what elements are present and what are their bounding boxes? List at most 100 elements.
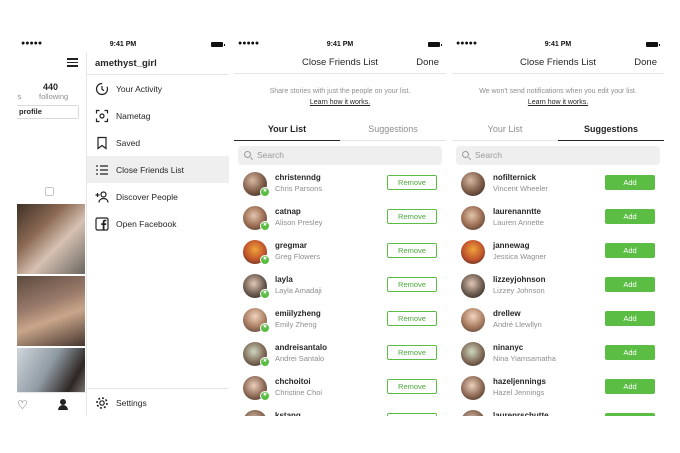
hamburger-menu-icon[interactable] (67, 58, 78, 67)
username[interactable]: layla (275, 275, 293, 284)
list-item[interactable]: ninanyc Nina Yiamsamatha Add (452, 339, 664, 373)
menu-item-open-facebook[interactable]: Open Facebook (87, 210, 229, 237)
close-friend-star-icon: ★ (260, 221, 270, 231)
menu-item-settings[interactable]: Settings (87, 389, 229, 416)
add-button[interactable]: Add (605, 413, 655, 416)
username[interactable]: laurenrschutte (493, 411, 549, 416)
add-button[interactable]: Add (605, 379, 655, 394)
username[interactable]: christenndg (275, 173, 321, 182)
remove-button[interactable]: Remove (387, 175, 437, 190)
menu-item-discover-people[interactable]: Discover People (87, 183, 229, 210)
avatar[interactable] (461, 376, 485, 400)
search-placeholder: Search (257, 150, 284, 160)
username[interactable]: lizzeyjohnson (493, 275, 545, 284)
list-item[interactable]: ★ andreisantalo Andrei Santalo Remove (234, 339, 446, 373)
tab-your-list[interactable]: Your List (452, 119, 558, 141)
remove-button[interactable]: Remove (387, 277, 437, 292)
full-name: Emily Zheng (275, 320, 317, 329)
avatar[interactable] (461, 240, 485, 264)
avatar[interactable] (461, 206, 485, 230)
list-item[interactable]: ★ gregmar Greg Flowers Remove (234, 237, 446, 271)
status-bar: ●●●●● 9:41 PM (234, 38, 446, 52)
tagged-icon[interactable] (45, 187, 54, 196)
username[interactable]: hazeljennings (493, 377, 546, 386)
list-item[interactable]: drellew André Llewllyn Add (452, 305, 664, 339)
list-item[interactable]: laurenanntte Lauren Annette Add (452, 203, 664, 237)
search-input[interactable]: Search (456, 146, 660, 165)
add-button[interactable]: Add (605, 277, 655, 292)
username[interactable]: laurenanntte (493, 207, 541, 216)
avatar[interactable] (461, 274, 485, 298)
remove-button[interactable]: Remove (387, 413, 437, 416)
remove-button[interactable]: Remove (387, 379, 437, 394)
bottom-tab-bar: ♡ (17, 392, 86, 416)
done-button[interactable]: Done (416, 57, 439, 68)
username[interactable]: emiilyzheng (275, 309, 321, 318)
following-label[interactable]: following (39, 92, 68, 101)
menu-item-your-activity[interactable]: Your Activity (87, 75, 229, 102)
tab-suggestions[interactable]: Suggestions (340, 119, 446, 141)
profile-photo[interactable] (17, 204, 85, 274)
close-friend-star-icon: ★ (260, 391, 270, 401)
list-item[interactable]: nofilternick Vincent Wheeler Add (452, 169, 664, 203)
username[interactable]: ninanyc (493, 343, 523, 352)
list-item[interactable]: ★ chchoitoi Christine Choi Remove (234, 373, 446, 407)
avatar[interactable] (243, 410, 267, 416)
full-name: Lizzey Johnson (493, 286, 545, 295)
full-name: Layla Amadaji (275, 286, 322, 295)
username[interactable]: nofilternick (493, 173, 536, 182)
list-item[interactable]: ★ christenndg Chris Parsons Remove (234, 169, 446, 203)
list-item[interactable]: ★kstangRemove (234, 407, 446, 416)
username[interactable]: andreisantalo (275, 343, 327, 352)
add-button[interactable]: Add (605, 175, 655, 190)
done-button[interactable]: Done (634, 57, 657, 68)
learn-more-link[interactable]: Learn how it works. (452, 97, 664, 108)
profile-photo[interactable] (17, 276, 85, 346)
description-text: We won't send notifications when you edi… (479, 88, 637, 95)
list-item[interactable]: ★ layla Layla Amadaji Remove (234, 271, 446, 305)
learn-more-link[interactable]: Learn how it works. (234, 97, 446, 108)
avatar[interactable] (461, 342, 485, 366)
menu-item-nametag[interactable]: Nametag (87, 102, 229, 129)
list-item[interactable]: laurenrschutte Add (452, 407, 664, 416)
remove-button[interactable]: Remove (387, 209, 437, 224)
username[interactable]: jannewag (493, 241, 529, 250)
status-time: 9:41 PM (326, 41, 354, 48)
username[interactable]: drellew (493, 309, 521, 318)
tabs: Your List Suggestions (234, 119, 446, 141)
avatar[interactable] (461, 172, 485, 196)
list-item[interactable]: ★ emiilyzheng Emily Zheng Remove (234, 305, 446, 339)
menu-item-saved[interactable]: Saved (87, 129, 229, 156)
avatar[interactable] (461, 410, 485, 416)
profile-icon[interactable] (57, 399, 69, 411)
gear-icon (95, 396, 109, 410)
full-name: Hazel Jennings (493, 388, 545, 397)
edit-profile-button[interactable]: profile (17, 105, 79, 119)
menu-item-label: Open Facebook (116, 218, 177, 229)
remove-button[interactable]: Remove (387, 311, 437, 326)
list-item[interactable]: jannewag Jessica Wagner Add (452, 237, 664, 271)
add-button[interactable]: Add (605, 345, 655, 360)
tab-suggestions[interactable]: Suggestions (558, 119, 664, 141)
username[interactable]: catnap (275, 207, 301, 216)
profile-column: 440 rs following profile ♡ (17, 52, 87, 416)
menu-item-close-friends[interactable]: Close Friends List (87, 156, 229, 183)
add-button[interactable]: Add (605, 209, 655, 224)
remove-button[interactable]: Remove (387, 243, 437, 258)
avatar[interactable] (461, 308, 485, 332)
menu-item-label: Discover People (116, 191, 178, 202)
list-item[interactable]: hazeljennings Hazel Jennings Add (452, 373, 664, 407)
full-name: Andrei Santalo (275, 354, 325, 363)
username[interactable]: kstang (275, 411, 301, 416)
tab-your-list[interactable]: Your List (234, 119, 340, 141)
list-item[interactable]: lizzeyjohnson Lizzey Johnson Add (452, 271, 664, 305)
heart-icon[interactable]: ♡ (17, 399, 28, 411)
username[interactable]: chchoitoi (275, 377, 311, 386)
search-input[interactable]: Search (238, 146, 442, 165)
list-item[interactable]: ★ catnap Alison Presley Remove (234, 203, 446, 237)
add-button[interactable]: Add (605, 311, 655, 326)
add-button[interactable]: Add (605, 243, 655, 258)
username[interactable]: gregmar (275, 241, 307, 250)
remove-button[interactable]: Remove (387, 345, 437, 360)
description: We won't send notifications when you edi… (452, 86, 664, 108)
